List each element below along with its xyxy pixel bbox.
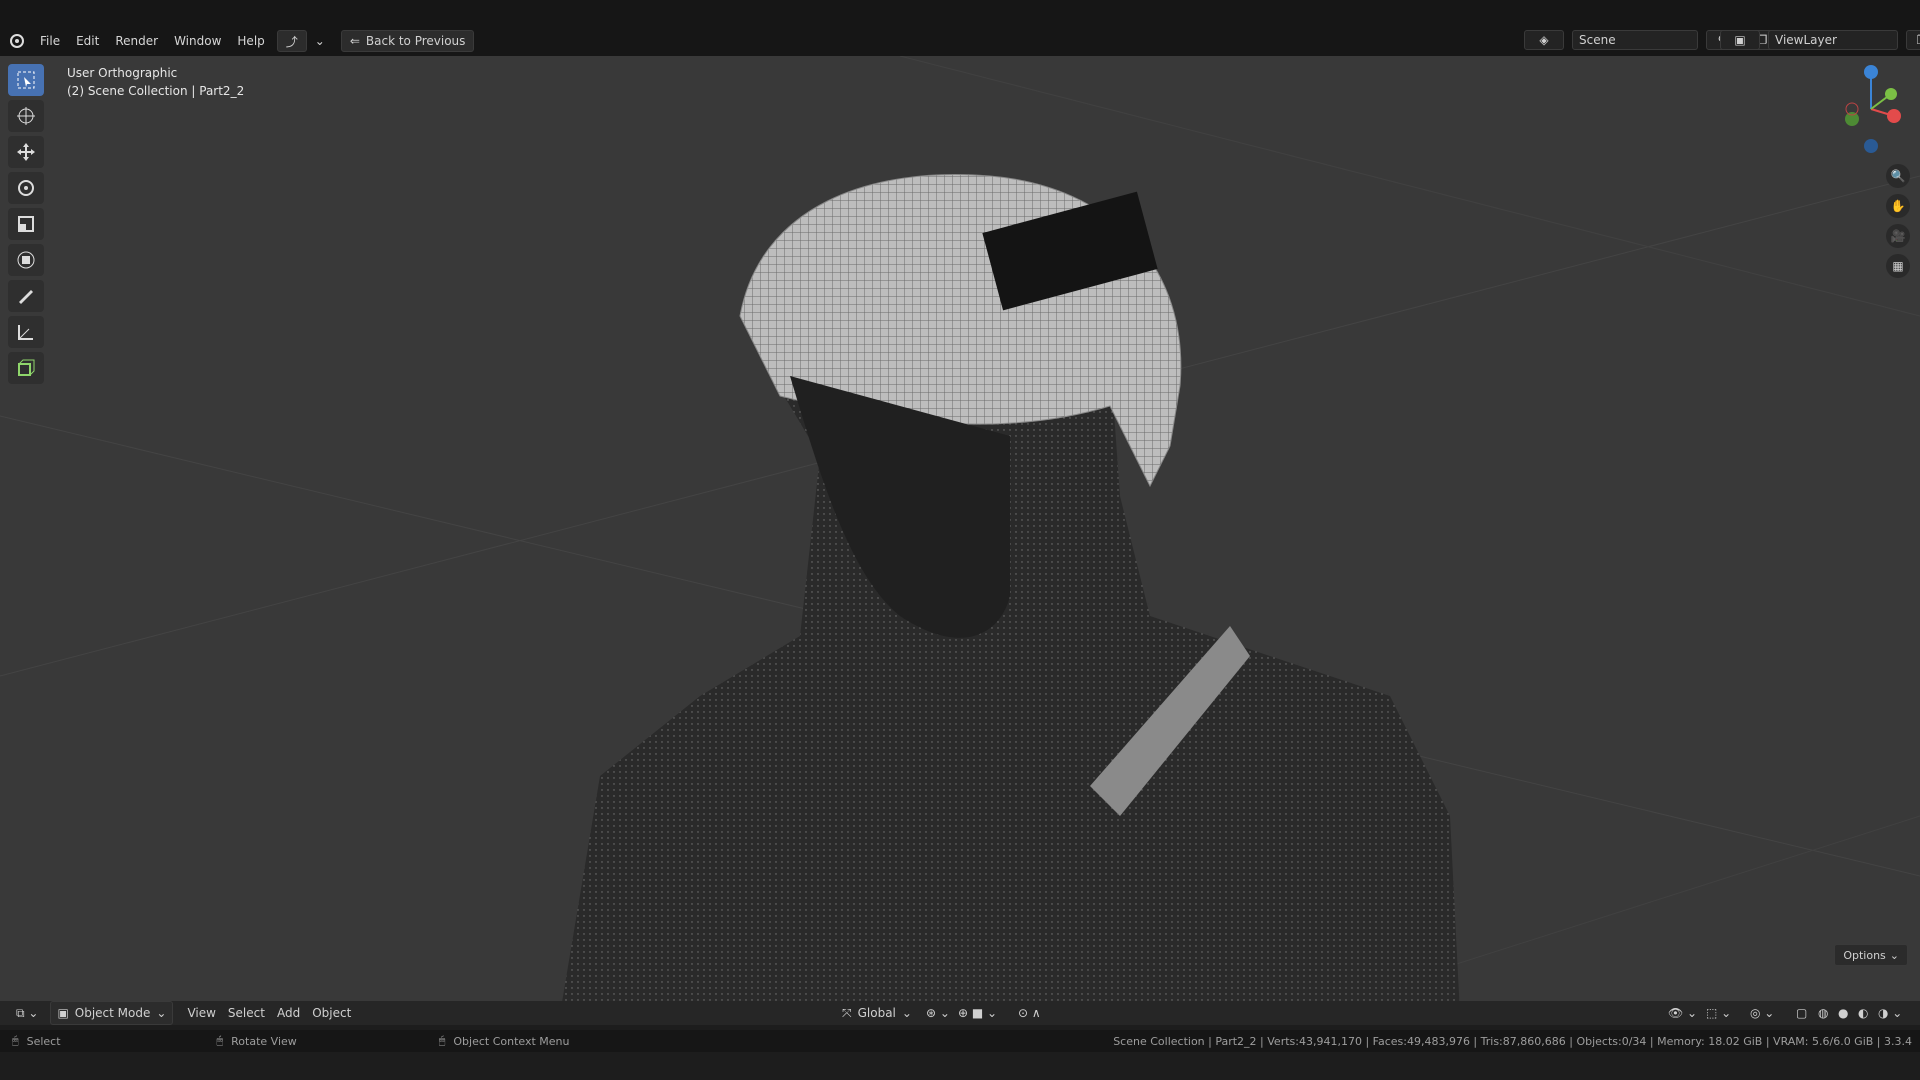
camera-icon[interactable]: 🎥 <box>1886 224 1910 248</box>
shading-rendered-icon[interactable]: ◑ ⌄ <box>1872 1002 1908 1024</box>
mode-selector[interactable]: ▣ Object Mode ⌄ <box>50 1001 174 1025</box>
menu-edit[interactable]: Edit <box>68 30 107 52</box>
top-bar: File Edit Render Window Help ⤴ ⌄ ⇐ Back … <box>0 0 1920 56</box>
xray-icon[interactable]: ▢ <box>1790 1002 1813 1024</box>
mouse-middle-icon: 🖱 <box>216 1034 224 1047</box>
status-rotate: Rotate View <box>231 1034 297 1048</box>
orientation-icon: ⤧ <box>842 1005 852 1020</box>
chevron-down-icon[interactable]: ⌄ <box>307 30 333 52</box>
menu-add[interactable]: Add <box>271 1002 306 1024</box>
menu-select[interactable]: Select <box>222 1002 271 1024</box>
menu-render[interactable]: Render <box>107 30 166 52</box>
zoom-icon[interactable]: 🔍 <box>1886 164 1910 188</box>
menu-bar: File Edit Render Window Help ⤴ ⌄ ⇐ Back … <box>0 30 475 52</box>
snap-icon[interactable]: ⊕ ■ ⌄ <box>952 1002 1003 1024</box>
export-icon[interactable]: ⤴ <box>276 30 307 52</box>
status-context: Object Context Menu <box>453 1034 570 1048</box>
3d-viewport[interactable]: User Orthographic (2) Scene Collection |… <box>0 56 1920 1014</box>
chevron-down-icon: ⌄ <box>156 1006 167 1020</box>
menu-view[interactable]: View <box>181 1002 221 1024</box>
grid-view-icon[interactable]: ▦ <box>1886 254 1910 278</box>
object-mode-icon: ▣ <box>57 1006 69 1020</box>
mouse-right-icon: 🖱 <box>438 1034 446 1047</box>
options-button[interactable]: Options ⌄ <box>1834 944 1908 966</box>
status-bar: 🖱 Select 🖱 Rotate View 🖱 Object Context … <box>0 1030 1920 1052</box>
transform-orientation-selector[interactable]: ⤧ Global ⌄ <box>836 1002 918 1024</box>
viewlayer-icon[interactable]: ▣ <box>1720 30 1760 50</box>
pivot-icon[interactable]: ⊛ ⌄ <box>920 1002 956 1024</box>
scene-icon[interactable]: ◈ <box>1524 30 1564 50</box>
menu-file[interactable]: File <box>32 30 68 52</box>
mode-label: Object Mode <box>74 1006 151 1020</box>
mouse-left-icon: 🖱 <box>12 1034 19 1047</box>
options-label: Options <box>1843 948 1886 962</box>
orientation-label: Global <box>857 1006 896 1020</box>
chevron-down-icon: ⌄ <box>901 1006 912 1020</box>
overlay-toggle-icon[interactable]: ◎ ⌄ <box>1744 1002 1780 1024</box>
viewlayer-selector: ▣ ViewLayer ❐ ✕ <box>1720 30 1920 50</box>
visibility-icon[interactable]: 👁 ⌄ <box>1662 1002 1703 1024</box>
proportional-edit-icon[interactable]: ⊙ ∧ <box>1012 1002 1047 1024</box>
back-to-previous-button[interactable]: ⇐ Back to Previous <box>340 30 475 52</box>
back-icon: ⇐ <box>349 34 360 48</box>
menu-window[interactable]: Window <box>166 30 229 52</box>
gizmo-toggle-icon[interactable]: ⬚ ⌄ <box>1700 1002 1737 1024</box>
navigation-gizmo[interactable] <box>1836 64 1906 154</box>
chevron-down-icon: ⌄ <box>1889 948 1899 962</box>
back-to-previous-label: Back to Previous <box>365 34 466 48</box>
scene-stats: Scene Collection | Part2_2 | Verts:43,94… <box>1113 1034 1912 1048</box>
blender-logo-icon[interactable] <box>8 32 26 50</box>
pan-hand-icon[interactable]: ✋ <box>1886 194 1910 218</box>
menu-object[interactable]: Object <box>306 1002 357 1024</box>
viewport-header: ⧉ ⌄ ▣ Object Mode ⌄ View Select Add Obje… <box>0 1001 1920 1025</box>
editor-type-icon[interactable]: ⧉ ⌄ <box>10 1002 44 1024</box>
menu-help[interactable]: Help <box>229 30 272 52</box>
viewlayer-name-field[interactable]: ViewLayer <box>1768 30 1898 50</box>
soldier-model <box>560 174 1460 1014</box>
status-select: Select <box>26 1034 61 1048</box>
scene-name: Scene <box>1579 33 1616 47</box>
viewlayer-name: ViewLayer <box>1775 33 1837 47</box>
scene-name-field[interactable]: Scene <box>1572 30 1698 50</box>
viewlayer-copy-icon[interactable]: ❐ <box>1906 30 1920 50</box>
